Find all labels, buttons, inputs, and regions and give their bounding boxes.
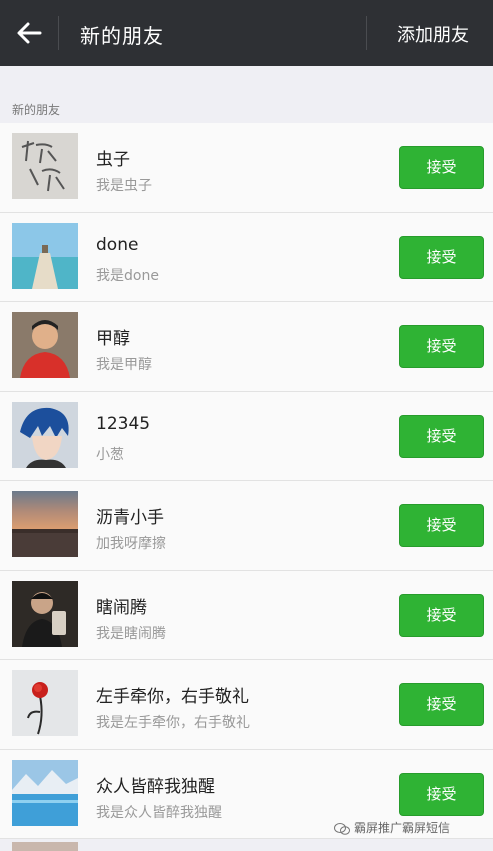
accept-button[interactable]: 接受	[399, 593, 484, 637]
friend-name: 瞎闹腾	[96, 597, 147, 618]
page-title: 新的朋友	[80, 24, 164, 48]
friend-message: 我是done	[96, 267, 159, 284]
friend-name: 左手牵你，右手敬礼	[96, 687, 249, 707]
section-label: 新的朋友	[12, 103, 61, 117]
friend-name: done	[96, 234, 139, 255]
friend-name: 12345	[96, 413, 151, 434]
person-dark-avatar-icon	[12, 580, 78, 647]
avatar[interactable]	[12, 580, 78, 647]
friend-message: 小葱	[96, 446, 124, 463]
friend-request-row[interactable]: 甲醇 我是甲醇 接受	[0, 302, 493, 392]
top-bar: 新的朋友 添加朋友	[0, 0, 493, 66]
friend-message: 我是瞎闹腾	[96, 625, 166, 642]
wechat-icon	[334, 822, 350, 835]
anime-blue-hair-avatar-icon	[12, 401, 78, 468]
person-red-avatar-icon	[12, 312, 78, 378]
friend-request-row[interactable]: done 我是done 接受	[0, 212, 493, 302]
sunset-avatar-icon	[12, 491, 78, 557]
friend-request-row[interactable]: 瞎闹腾 我是瞎闹腾 接受	[0, 570, 493, 660]
avatar[interactable]	[12, 401, 78, 468]
friend-request-row[interactable]: 沥青小手 加我呀摩擦 接受	[0, 481, 493, 571]
accept-button[interactable]: 接受	[399, 146, 484, 189]
friend-request-row[interactable]: 左手牵你，右手敬礼 我是左手牵你，右手敬礼 接受	[0, 660, 493, 750]
watermark: 霸屏推广霸屏短信	[334, 819, 450, 836]
avatar[interactable]	[12, 133, 78, 199]
avatar[interactable]	[12, 222, 78, 289]
pier-sea-avatar-icon	[12, 222, 78, 289]
title-divider	[58, 16, 59, 50]
avatar[interactable]	[12, 312, 78, 378]
friend-name: 甲醇	[96, 329, 130, 349]
accept-button[interactable]: 接受	[399, 235, 484, 279]
add-friend-button[interactable]: 添加朋友	[378, 21, 488, 47]
avatar[interactable]	[12, 759, 78, 826]
friend-name: 沥青小手	[96, 508, 164, 528]
add-divider	[366, 16, 367, 50]
friend-message: 我是虫子	[96, 178, 152, 194]
avatar[interactable]	[12, 491, 78, 557]
friend-message: 加我呀摩擦	[96, 536, 166, 552]
next-avatar-partial[interactable]	[12, 842, 78, 851]
accept-button[interactable]: 接受	[399, 504, 484, 547]
friend-name: 虫子	[96, 150, 130, 170]
back-arrow-icon[interactable]	[14, 18, 44, 48]
friend-message: 我是左手牵你，右手敬礼	[96, 715, 250, 731]
friend-message: 我是甲醇	[96, 357, 152, 373]
accept-button[interactable]: 接受	[399, 325, 484, 368]
accept-button[interactable]: 接受	[399, 414, 484, 458]
friend-request-list: 虫子 我是虫子 接受 done 我是done 接受 甲醇 我是甲醇 接受 123…	[0, 123, 493, 839]
watermark-text: 霸屏推广霸屏短信	[354, 821, 451, 835]
mountain-lake-avatar-icon	[12, 759, 78, 826]
friend-request-row[interactable]: 12345 小葱 接受	[0, 391, 493, 481]
handwriting-avatar-icon	[12, 133, 78, 199]
friend-request-row[interactable]: 虫子 我是虫子 接受	[0, 123, 493, 213]
red-rose-avatar-icon	[12, 670, 78, 736]
accept-button[interactable]: 接受	[399, 772, 484, 816]
friend-name: 众人皆醉我独醒	[96, 776, 215, 797]
accept-button[interactable]: 接受	[399, 683, 484, 726]
avatar[interactable]	[12, 670, 78, 736]
friend-message: 我是众人皆醉我独醒	[96, 804, 222, 821]
